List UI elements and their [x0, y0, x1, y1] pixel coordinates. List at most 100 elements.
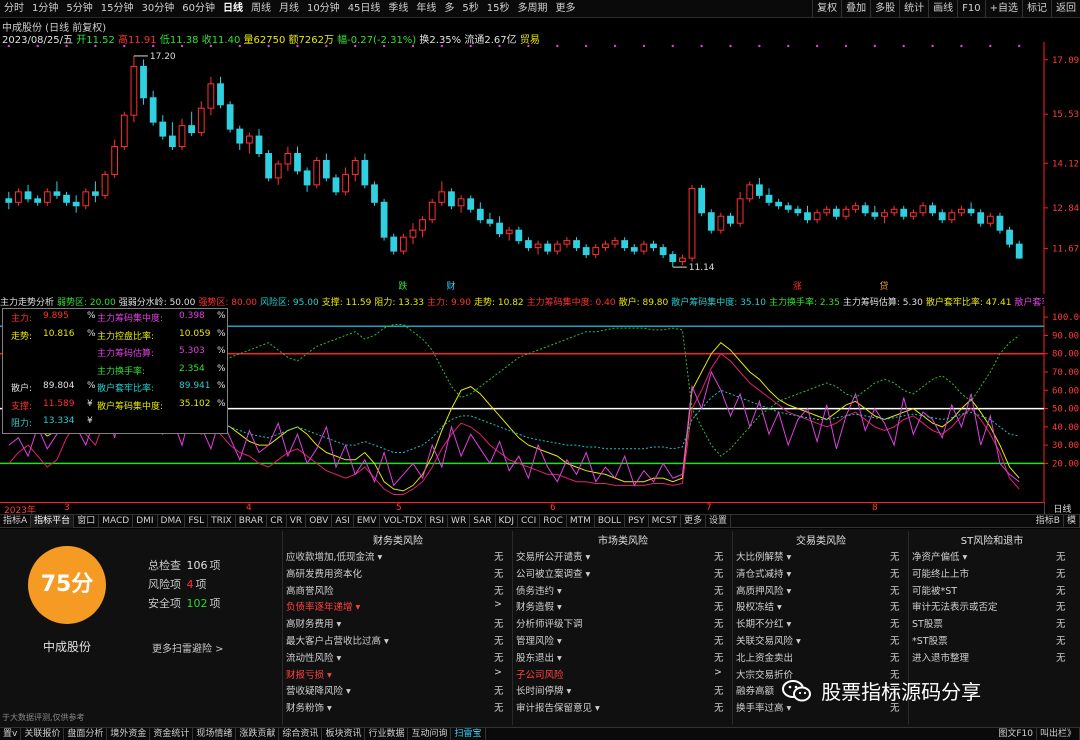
- risk-item[interactable]: 清仓式减持 ▾ 无: [736, 566, 906, 580]
- bottom-tab[interactable]: 置v: [0, 728, 22, 740]
- risk-item[interactable]: 股权冻结 ▾ 无: [736, 599, 906, 613]
- risk-item[interactable]: 可能被*ST 无: [912, 583, 1072, 597]
- indicator-tab[interactable]: ASI: [332, 515, 354, 528]
- risk-item[interactable]: 净资产偏低 ▾ 无: [912, 549, 1072, 563]
- indicator-tab[interactable]: DMA: [158, 515, 186, 528]
- risk-item[interactable]: 北上资金卖出 无: [736, 650, 906, 664]
- period-tab[interactable]: 5秒: [458, 0, 482, 17]
- indicator-tab[interactable]: VOL-TDX: [380, 515, 427, 528]
- indicator-tab-right[interactable]: 模: [1064, 515, 1080, 528]
- risk-item[interactable]: 长时间停牌 ▾ 无: [516, 683, 730, 697]
- risk-item[interactable]: ST股票 无: [912, 616, 1072, 630]
- risk-item[interactable]: 审计无法表示或否定 无: [912, 599, 1072, 613]
- toolbar-button[interactable]: +自选: [984, 0, 1022, 17]
- indicator-tab[interactable]: EMV: [354, 515, 381, 528]
- period-tab[interactable]: 45日线: [344, 0, 385, 17]
- risk-item[interactable]: 财报亏损 ▾ >: [286, 667, 510, 681]
- indicator-tab[interactable]: 更多: [681, 515, 706, 528]
- period-tab[interactable]: 15分钟: [97, 0, 138, 17]
- bottom-tab-right[interactable]: 叫出栏》: [1037, 728, 1080, 740]
- bottom-tab[interactable]: 扫雷宝: [451, 728, 486, 740]
- risk-item[interactable]: 高质押风险 ▾ 无: [736, 583, 906, 597]
- indicator-tab[interactable]: FSL: [185, 515, 209, 528]
- period-tab[interactable]: 多: [440, 0, 458, 17]
- more-scan-link[interactable]: 更多扫雷避险 >: [152, 640, 224, 655]
- period-tab[interactable]: 15秒: [483, 0, 514, 17]
- indicator-tab[interactable]: CR: [267, 515, 287, 528]
- toolbar-button[interactable]: 复权: [812, 0, 841, 17]
- bottom-tab[interactable]: 板块资讯: [322, 728, 366, 740]
- bottom-tab[interactable]: 综合资讯: [279, 728, 323, 740]
- period-tab[interactable]: 60分钟: [178, 0, 219, 17]
- toolbar-button[interactable]: 标记: [1022, 0, 1051, 17]
- toolbar-button[interactable]: 多股: [870, 0, 899, 17]
- indicator-tab[interactable]: SAR: [470, 515, 496, 528]
- kline-chart[interactable]: 17.09 15.53 14.12 12.84 11.67 17.20 11.14 跌 财 涨 贷: [0, 42, 1080, 294]
- risk-item[interactable]: 公司被立案调查 ▾ 无: [516, 566, 730, 580]
- risk-item[interactable]: 流动性风险 ▾ 无: [286, 650, 510, 664]
- risk-item[interactable]: 最大客户占营收比过高 ▾ 无: [286, 633, 510, 647]
- period-tab[interactable]: 月线: [275, 0, 303, 17]
- risk-item[interactable]: 大比例解禁 ▾ 无: [736, 549, 906, 563]
- risk-item[interactable]: 关联交易风险 ▾ 无: [736, 633, 906, 647]
- toolbar-button[interactable]: 统计: [899, 0, 928, 17]
- risk-item[interactable]: 长期不分红 ▾ 无: [736, 616, 906, 630]
- period-tab[interactable]: 多周期: [514, 0, 552, 17]
- period-tab[interactable]: 周线: [247, 0, 275, 17]
- indicator-tab[interactable]: MTM: [567, 515, 595, 528]
- day-button[interactable]: 日线: [1044, 502, 1080, 515]
- toolbar-button[interactable]: 叠加: [841, 0, 870, 17]
- risk-item[interactable]: 进入退市整理 无: [912, 650, 1072, 664]
- risk-item[interactable]: 子公司风险 >: [516, 667, 730, 681]
- indicator-tab[interactable]: CCI: [518, 515, 541, 528]
- indicator-tab[interactable]: VR: [287, 515, 307, 528]
- risk-item[interactable]: 分析师评级下调 无: [516, 616, 730, 630]
- period-tab[interactable]: 30分钟: [137, 0, 178, 17]
- period-tab[interactable]: 1分钟: [28, 0, 62, 17]
- risk-item[interactable]: 负债率逐年递增 ▾ >: [286, 599, 510, 613]
- risk-item[interactable]: 应收款增加,低现金流 ▾ 无: [286, 549, 510, 563]
- indicator-tab-right[interactable]: 指标B: [1033, 515, 1064, 528]
- period-tab[interactable]: 10分钟: [303, 0, 344, 17]
- risk-item[interactable]: 交易所公开谴责 ▾ 无: [516, 549, 730, 563]
- period-tab[interactable]: 分时: [0, 0, 28, 17]
- indicator-tab[interactable]: BOLL: [595, 515, 626, 528]
- indicator-tab[interactable]: 指标平台: [31, 515, 75, 528]
- indicator-tab[interactable]: ROC: [540, 515, 567, 528]
- risk-item[interactable]: 营收疑降风险 ▾ 无: [286, 683, 510, 697]
- risk-item[interactable]: 高研发费用资本化 无: [286, 566, 510, 580]
- indicator-tab[interactable]: 指标A: [0, 515, 32, 528]
- risk-item[interactable]: 高商誉风险 无: [286, 583, 510, 597]
- bottom-tab-right[interactable]: 图文F10: [995, 728, 1037, 740]
- period-tab[interactable]: 季线: [384, 0, 412, 17]
- bottom-tab[interactable]: 互动问询: [408, 728, 452, 740]
- risk-item[interactable]: 股东退出 ▾ 无: [516, 650, 730, 664]
- indicator-tab[interactable]: TRIX: [208, 515, 236, 528]
- bottom-tab[interactable]: 境外资金: [107, 728, 151, 740]
- period-tab[interactable]: 5分钟: [62, 0, 96, 17]
- risk-item[interactable]: *ST股票 无: [912, 633, 1072, 647]
- bottom-tab[interactable]: 现场情绪: [193, 728, 237, 740]
- toolbar-button[interactable]: 画线: [928, 0, 957, 17]
- bottom-tab[interactable]: 行业数据: [365, 728, 409, 740]
- indicator-tab[interactable]: MCST: [649, 515, 681, 528]
- toolbar-button[interactable]: 返回: [1051, 0, 1080, 17]
- bottom-tab[interactable]: 关联报价: [21, 728, 65, 740]
- period-tab[interactable]: 日线: [219, 0, 247, 17]
- risk-item[interactable]: 管理风险 ▾ 无: [516, 633, 730, 647]
- bottom-tab[interactable]: 资金统计: [150, 728, 194, 740]
- period-tab[interactable]: 年线: [412, 0, 440, 17]
- indicator-tab[interactable]: WR: [448, 515, 471, 528]
- indicator-tab[interactable]: DMI: [133, 515, 158, 528]
- period-tab[interactable]: 更多: [552, 0, 580, 17]
- indicator-tab[interactable]: KDJ: [496, 515, 518, 528]
- bottom-tab[interactable]: 盘面分析: [64, 728, 108, 740]
- risk-item[interactable]: 可能终止上市 无: [912, 566, 1072, 580]
- risk-item[interactable]: 财务粉饰 ▾ 无: [286, 700, 510, 714]
- risk-item[interactable]: 高财务费用 ▾ 无: [286, 616, 510, 630]
- indicator-tab[interactable]: 窗口: [74, 515, 100, 528]
- indicator-tab[interactable]: 设置: [706, 515, 731, 528]
- risk-item[interactable]: 债务违约 ▾ 无: [516, 583, 730, 597]
- indicator-tab[interactable]: RSI: [426, 515, 449, 528]
- risk-item[interactable]: 财务造假 ▾ 无: [516, 599, 730, 613]
